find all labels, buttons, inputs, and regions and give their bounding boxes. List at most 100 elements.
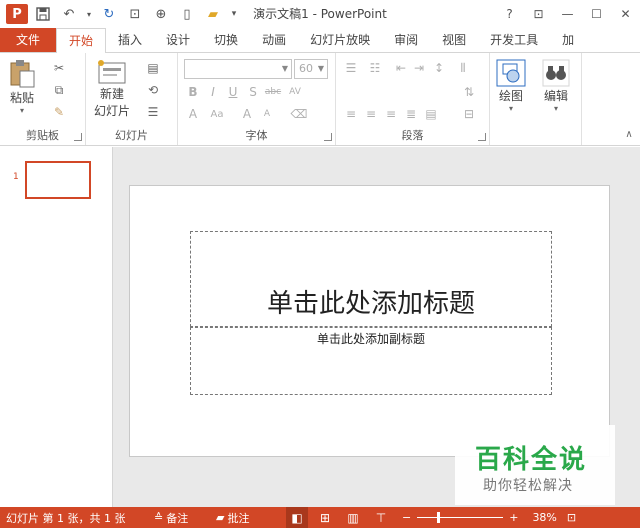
title-placeholder[interactable]: 单击此处添加标题: [190, 231, 552, 327]
bold-icon[interactable]: B: [184, 83, 202, 101]
slide-thumbnail[interactable]: [25, 161, 91, 199]
clipboard-launcher-icon[interactable]: [74, 133, 82, 141]
subtitle-placeholder[interactable]: 单击此处添加副标题: [190, 327, 552, 395]
shadow-icon[interactable]: S: [244, 83, 262, 101]
zoom-in-icon[interactable]: +: [509, 511, 518, 524]
redo-icon[interactable]: ↻: [98, 3, 120, 25]
font-color-icon[interactable]: A: [184, 105, 202, 123]
new-slide-button[interactable]: 新建 幻灯片: [94, 59, 130, 119]
paste-icon: [10, 60, 35, 88]
open-folder-icon[interactable]: ▰: [202, 3, 224, 25]
font-size-combo[interactable]: 60 ▼: [294, 59, 328, 79]
save-icon[interactable]: [32, 3, 54, 25]
align-text-icon[interactable]: ⊟: [460, 105, 478, 123]
slideshow-view-icon[interactable]: ⊤: [370, 507, 392, 528]
numbering-icon[interactable]: ☷: [366, 59, 384, 77]
align-right-icon[interactable]: ≡: [382, 105, 400, 123]
slideshow-from-start-icon[interactable]: ⊡: [124, 3, 146, 25]
undo-icon[interactable]: ↶: [58, 3, 80, 25]
tab-transitions[interactable]: 切换: [202, 28, 250, 52]
slide-counter[interactable]: 幻灯片 第 1 张，共 1 张: [6, 507, 154, 528]
increase-indent-icon[interactable]: ⇥: [410, 59, 428, 77]
maximize-icon[interactable]: ☐: [582, 0, 611, 28]
new-document-icon[interactable]: ▯: [176, 3, 198, 25]
zoom-level[interactable]: 38%: [532, 507, 556, 528]
binoculars-icon: [542, 59, 570, 87]
notes-label: 备注: [166, 511, 189, 525]
ribbon-tabs: 文件 开始 插入 设计 切换 动画 幻灯片放映 审阅 视图 开发工具 加: [0, 28, 640, 53]
drawing-dropdown-icon: ▾: [508, 104, 513, 113]
editing-label: 编辑: [543, 89, 568, 103]
tab-developer[interactable]: 开发工具: [478, 28, 550, 52]
slides-group-label: 幻灯片: [115, 129, 148, 142]
help-icon[interactable]: ?: [495, 0, 524, 28]
columns-icon[interactable]: ⫴: [454, 59, 472, 77]
reading-view-icon[interactable]: ▥: [342, 507, 364, 528]
char-spacing-icon[interactable]: AV: [286, 83, 304, 101]
align-left-icon[interactable]: ≡: [342, 105, 360, 123]
section-icon[interactable]: ☰: [144, 103, 162, 121]
paste-dropdown-icon: ▾: [19, 106, 24, 115]
layout-icon[interactable]: ▤: [144, 59, 162, 77]
format-painter-icon[interactable]: ✎: [50, 103, 68, 121]
ribbon: 粘贴 ▾ ✂ ⧉ ✎ 剪贴板 新建 幻灯片 ▤ ⟲ ☰ 幻灯片 ▼ 60 ▼ B …: [0, 52, 640, 146]
minimize-icon[interactable]: —: [553, 0, 582, 28]
slide-sorter-view-icon[interactable]: ⊞: [314, 507, 336, 528]
cut-icon[interactable]: ✂: [50, 59, 68, 77]
tab-review[interactable]: 审阅: [382, 28, 430, 52]
line-spacing-icon[interactable]: ↕: [430, 59, 448, 77]
collapse-ribbon-icon[interactable]: ∧: [620, 125, 638, 143]
normal-view-icon[interactable]: ◧: [286, 507, 308, 528]
close-icon[interactable]: ✕: [611, 0, 640, 28]
font-name-combo[interactable]: ▼: [184, 59, 292, 79]
decrease-indent-icon[interactable]: ⇤: [392, 59, 410, 77]
font-group-label: 字体: [245, 129, 268, 142]
strikethrough-icon[interactable]: abc: [264, 83, 282, 101]
customize-toolbar-icon[interactable]: ▾: [228, 3, 240, 25]
editing-button[interactable]: 编辑 ▾: [542, 59, 570, 113]
tab-slideshow[interactable]: 幻灯片放映: [298, 28, 382, 52]
undo-dropdown-icon[interactable]: ▾: [84, 3, 94, 25]
paste-button[interactable]: 粘贴 ▾: [8, 59, 36, 115]
tab-home[interactable]: 开始: [56, 28, 107, 53]
slide-counter-text: 幻灯片 第 1 张，共 1 张: [6, 511, 126, 525]
group-clipboard: 粘贴 ▾ ✂ ⧉ ✎ 剪贴板: [0, 53, 86, 145]
comments-button[interactable]: ▰ 批注: [216, 507, 280, 528]
italic-icon[interactable]: I: [204, 83, 222, 101]
ribbon-display-options-icon[interactable]: ⊡: [524, 0, 553, 28]
font-launcher-icon[interactable]: [324, 133, 332, 141]
new-slide-label-2: 幻灯片: [94, 104, 131, 118]
distribute-icon[interactable]: ▤: [422, 105, 440, 123]
zoom-slider-thumb[interactable]: [437, 512, 441, 523]
align-center-icon[interactable]: ≡: [362, 105, 380, 123]
shrink-font-icon[interactable]: A: [258, 105, 276, 123]
tab-view[interactable]: 视图: [430, 28, 478, 52]
slide-canvas[interactable]: 单击此处添加标题 单击此处添加副标题: [129, 185, 610, 457]
grow-font-icon[interactable]: A: [238, 105, 256, 123]
change-case-icon[interactable]: Aa: [208, 105, 226, 123]
clear-formatting-icon[interactable]: ⌫: [290, 105, 308, 123]
copy-icon[interactable]: ⧉: [50, 81, 68, 99]
new-slide-icon: [98, 60, 126, 84]
print-preview-icon[interactable]: ⊕: [150, 3, 172, 25]
zoom-out-icon[interactable]: −: [402, 511, 411, 524]
notes-button[interactable]: ≙ 备注: [154, 507, 216, 528]
tab-design[interactable]: 设计: [154, 28, 202, 52]
tab-addins[interactable]: 加: [550, 28, 574, 52]
thumbnail-number: 1: [13, 172, 19, 182]
notes-icon: ≙: [154, 511, 164, 524]
drawing-button[interactable]: 绘图 ▾: [496, 59, 526, 113]
powerpoint-logo-icon[interactable]: P: [6, 4, 28, 24]
bullets-icon[interactable]: ☰: [342, 59, 360, 77]
zoom-slider[interactable]: [417, 512, 504, 523]
justify-icon[interactable]: ≣: [402, 105, 420, 123]
fit-to-window-icon[interactable]: ⊡: [567, 507, 576, 528]
clipboard-group-label: 剪贴板: [26, 129, 59, 142]
reset-icon[interactable]: ⟲: [144, 81, 162, 99]
tab-file[interactable]: 文件: [0, 28, 56, 52]
text-direction-icon[interactable]: ⇅: [460, 83, 478, 101]
tab-insert[interactable]: 插入: [106, 28, 154, 52]
paragraph-launcher-icon[interactable]: [478, 133, 486, 141]
tab-animations[interactable]: 动画: [250, 28, 298, 52]
underline-icon[interactable]: U: [224, 83, 242, 101]
